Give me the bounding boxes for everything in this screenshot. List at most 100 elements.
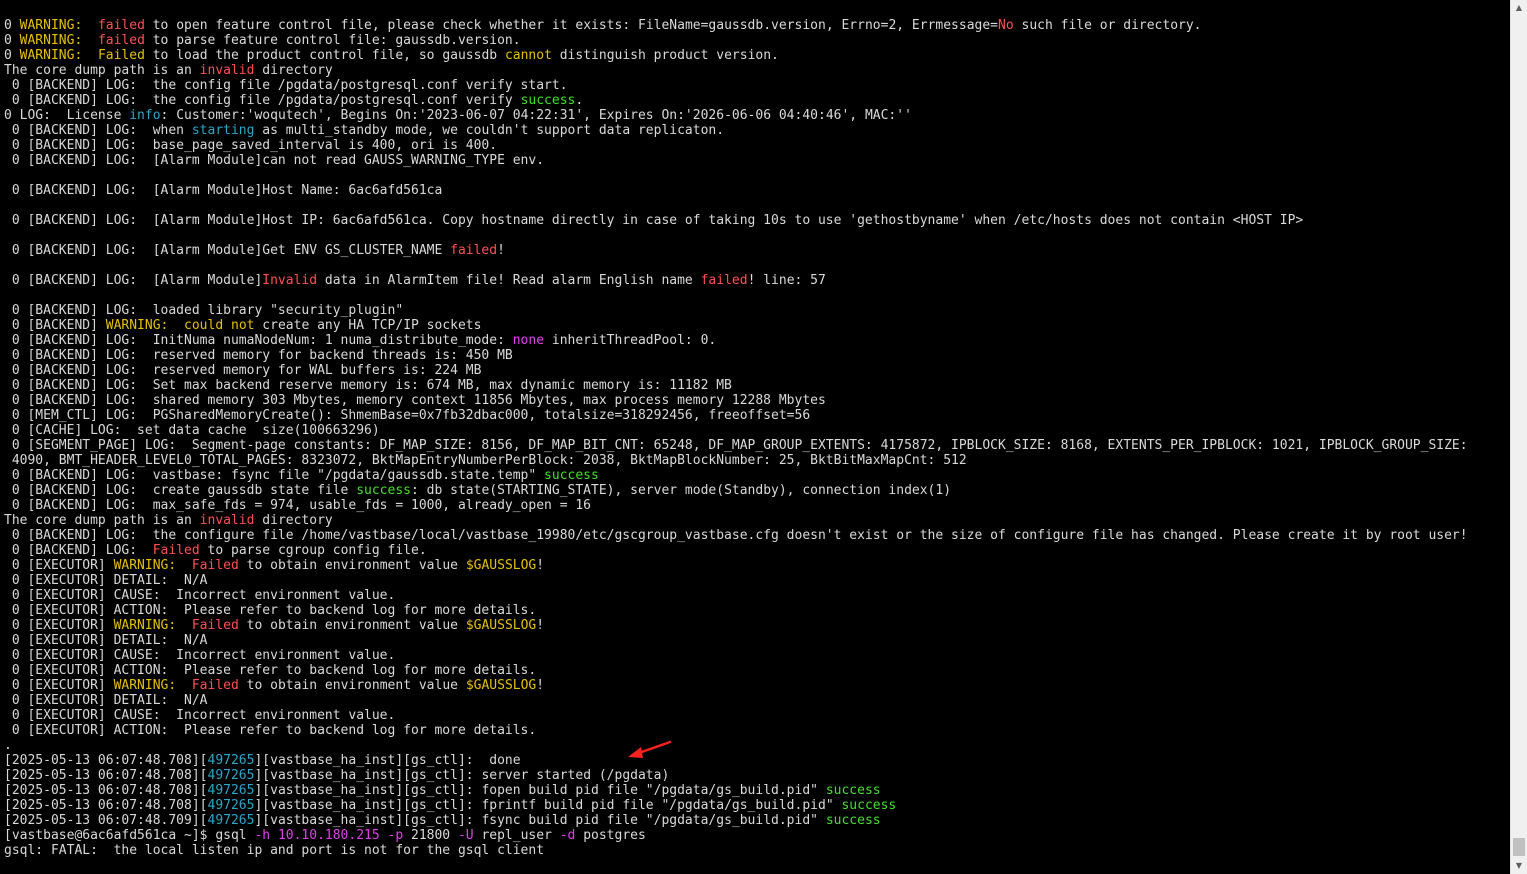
terminal-text-segment: 0 [EXECUTOR] DETAIL: N/A xyxy=(4,693,208,708)
terminal-line: 4090, BMT_HEADER_LEVEL0_TOTAL_PAGES: 832… xyxy=(4,453,1468,468)
terminal-line: [2025-05-13 06:07:48.708][497265][vastba… xyxy=(4,768,1468,783)
terminal-text-segment: 0 [EXECUTOR] DETAIL: N/A xyxy=(4,633,208,648)
terminal-text-segment: [2025-05-13 06:07:48.708][ xyxy=(4,783,208,798)
terminal-text-segment: 0 [EXECUTOR] ACTION: Please refer to bac… xyxy=(4,663,537,678)
terminal-text-segment: 0 [BACKEND] LOG: the configure file /hom… xyxy=(4,528,1468,543)
terminal-line: 0 [BACKEND] LOG: the config file /pgdata… xyxy=(4,78,1468,93)
terminal-text-segment: 0 [EXECUTOR] xyxy=(4,618,114,633)
terminal-text-segment: failed xyxy=(450,243,498,258)
terminal-text-segment: 0 [EXECUTOR] ACTION: Please refer to bac… xyxy=(4,603,537,618)
terminal-text-segment: distinguish product version. xyxy=(551,48,779,63)
terminal-text-segment: info xyxy=(129,108,161,123)
terminal-text-segment: 497265 xyxy=(207,798,255,813)
terminal-line: 0 [BACKEND] LOG: reserved memory for bac… xyxy=(4,348,1468,363)
terminal-text-segment: to obtain environment value xyxy=(238,558,466,573)
terminal-line: 0 WARNING: failed to parse feature contr… xyxy=(4,33,1468,48)
terminal-text-segment: 0 [BACKEND] LOG: shared memory 303 Mbyte… xyxy=(4,393,826,408)
terminal-line: 0 [BACKEND] LOG: when starting as multi_… xyxy=(4,123,1468,138)
terminal-text-segment: success xyxy=(544,468,599,483)
terminal-text-segment: 0 [BACKEND] LOG: InitNuma numaNodeNum: 1… xyxy=(4,333,513,348)
terminal-line: 0 [BACKEND] LOG: reserved memory for WAL… xyxy=(4,363,1468,378)
terminal-text-segment: 497265 xyxy=(207,768,255,783)
terminal-text-segment: postgres xyxy=(575,828,646,843)
scroll-up-button[interactable]: ▲ xyxy=(1511,0,1527,16)
vertical-scrollbar[interactable]: ▲ ▼ xyxy=(1510,0,1527,874)
terminal-text-segment: 4090, BMT_HEADER_LEVEL0_TOTAL_PAGES: 832… xyxy=(4,453,967,468)
terminal-line: 0 [MEM_CTL] LOG: PGSharedMemoryCreate():… xyxy=(4,408,1468,423)
scrollbar-thumb[interactable] xyxy=(1513,838,1525,856)
terminal-text-segment: 0 [EXECUTOR] CAUSE: Incorrect environmen… xyxy=(4,648,396,663)
terminal-text-segment: 0 [BACKEND] LOG: [Alarm Module]Host IP: … xyxy=(4,213,1304,228)
terminal-line: [2025-05-13 06:07:48.708][497265][vastba… xyxy=(4,783,1468,798)
terminal-text-segment: to parse cgroup config file. xyxy=(199,543,427,558)
terminal-text-segment: 0 LOG: License xyxy=(4,108,130,123)
terminal-text-segment: 0 [BACKEND] LOG: loaded library "securit… xyxy=(4,303,404,318)
terminal-text-segment: 0 [BACKEND] LOG: when xyxy=(4,123,192,138)
terminal-text-segment: success xyxy=(356,483,411,498)
terminal-text-segment: 497265 xyxy=(207,783,255,798)
terminal-line: 0 [BACKEND] LOG: Failed to parse cgroup … xyxy=(4,543,1468,558)
terminal-text-segment: WARNING: xyxy=(19,48,83,63)
red-arrow-icon xyxy=(628,740,672,758)
terminal-text-segment: gsql: FATAL: the local listen ip and por… xyxy=(4,843,545,858)
terminal-text-segment: -d xyxy=(559,828,576,843)
terminal-line: 0 [CACHE] LOG: set data cache size(10066… xyxy=(4,423,1468,438)
terminal-window[interactable]: 0 WARNING: failed to open feature contro… xyxy=(0,0,1510,874)
terminal-line: 0 [BACKEND] LOG: base_page_saved_interva… xyxy=(4,138,1468,153)
terminal-text-segment: : Customer:'woqutech', Begins On:'2023-0… xyxy=(160,108,912,123)
terminal-text-segment: 0 [BACKEND] LOG: [Alarm Module]can not r… xyxy=(4,153,545,168)
terminal-text-segment: $GAUSSLOG xyxy=(465,558,537,573)
terminal-text-segment: 0 [EXECUTOR] CAUSE: Incorrect environmen… xyxy=(4,588,396,603)
scroll-down-button[interactable]: ▼ xyxy=(1511,858,1527,874)
terminal-text-segment: 0 [CACHE] LOG: set data cache size(10066… xyxy=(4,423,380,438)
terminal-text-segment: . xyxy=(575,93,584,108)
terminal-text-segment: 0 xyxy=(4,33,20,48)
terminal-line: 0 [EXECUTOR] DETAIL: N/A xyxy=(4,573,1468,588)
triangle-down-icon: ▼ xyxy=(1515,861,1523,870)
terminal-text-segment: $GAUSSLOG xyxy=(465,618,537,633)
terminal-line: 0 [BACKEND] LOG: loaded library "securit… xyxy=(4,303,1468,318)
terminal-line: 0 [BACKEND] LOG: [Alarm Module]Host Name… xyxy=(4,183,1468,198)
terminal-line: The core dump path is an invalid directo… xyxy=(4,513,1468,528)
terminal-line: 0 [BACKEND] LOG: the configure file /hom… xyxy=(4,528,1468,543)
terminal-text-segment: 497265 xyxy=(207,813,255,828)
terminal-text-segment: to parse feature control file: gaussdb.v… xyxy=(144,33,521,48)
terminal-text-segment: create any HA TCP/IP sockets xyxy=(254,318,482,333)
terminal-text-segment: 0 [BACKEND] LOG: Set max backend reserve… xyxy=(4,378,732,393)
terminal-line: 0 [BACKEND] LOG: Set max backend reserve… xyxy=(4,378,1468,393)
terminal-text-segment: failed xyxy=(97,18,145,33)
terminal-text-segment: 0 [EXECUTOR] CAUSE: Incorrect environmen… xyxy=(4,708,396,723)
terminal-line: 0 [EXECUTOR] WARNING: Failed to obtain e… xyxy=(4,678,1468,693)
terminal-line: The core dump path is an invalid directo… xyxy=(4,63,1468,78)
terminal-text-segment: 0 [EXECUTOR] xyxy=(4,558,114,573)
terminal-line: 0 [BACKEND] LOG: vastbase: fsync file "/… xyxy=(4,468,1468,483)
terminal-text-segment: [vastbase@6ac6afd561ca ~]$ gsql xyxy=(4,828,255,843)
terminal-text-segment: 0 [SEGMENT_PAGE] LOG: Segment-page const… xyxy=(4,438,1468,453)
terminal-text-segment: repl_user xyxy=(473,828,560,843)
triangle-up-icon: ▲ xyxy=(1515,3,1523,12)
terminal-text-segment: ][vastbase_ha_inst][gs_ctl]: fprintf bui… xyxy=(254,798,842,813)
terminal-text-segment: The core dump path is an xyxy=(4,63,200,78)
terminal-text-segment: 0 [BACKEND] LOG: [Alarm Module]Host Name… xyxy=(4,183,443,198)
terminal-text-segment: ! xyxy=(536,678,545,693)
terminal-text-segment: 0 [BACKEND] LOG: vastbase: fsync file "/… xyxy=(4,468,545,483)
terminal-text-segment: to obtain environment value xyxy=(238,618,466,633)
terminal-text-segment: 0 xyxy=(4,48,20,63)
terminal-text-segment: failed xyxy=(700,273,748,288)
terminal-line: 0 WARNING: Failed to load the product co… xyxy=(4,48,1468,63)
terminal-text-segment: 0 xyxy=(4,18,20,33)
terminal-line: 0 [EXECUTOR] WARNING: Failed to obtain e… xyxy=(4,618,1468,633)
terminal-line: [2025-05-13 06:07:48.709][497265][vastba… xyxy=(4,813,1468,828)
terminal-text-segment: data in AlarmItem file! Read alarm Engli… xyxy=(317,273,701,288)
terminal-line: 0 [BACKEND] LOG: InitNuma numaNodeNum: 1… xyxy=(4,333,1468,348)
terminal-text-segment: invalid xyxy=(199,513,255,528)
terminal-text-segment: The core dump path is an xyxy=(4,513,200,528)
